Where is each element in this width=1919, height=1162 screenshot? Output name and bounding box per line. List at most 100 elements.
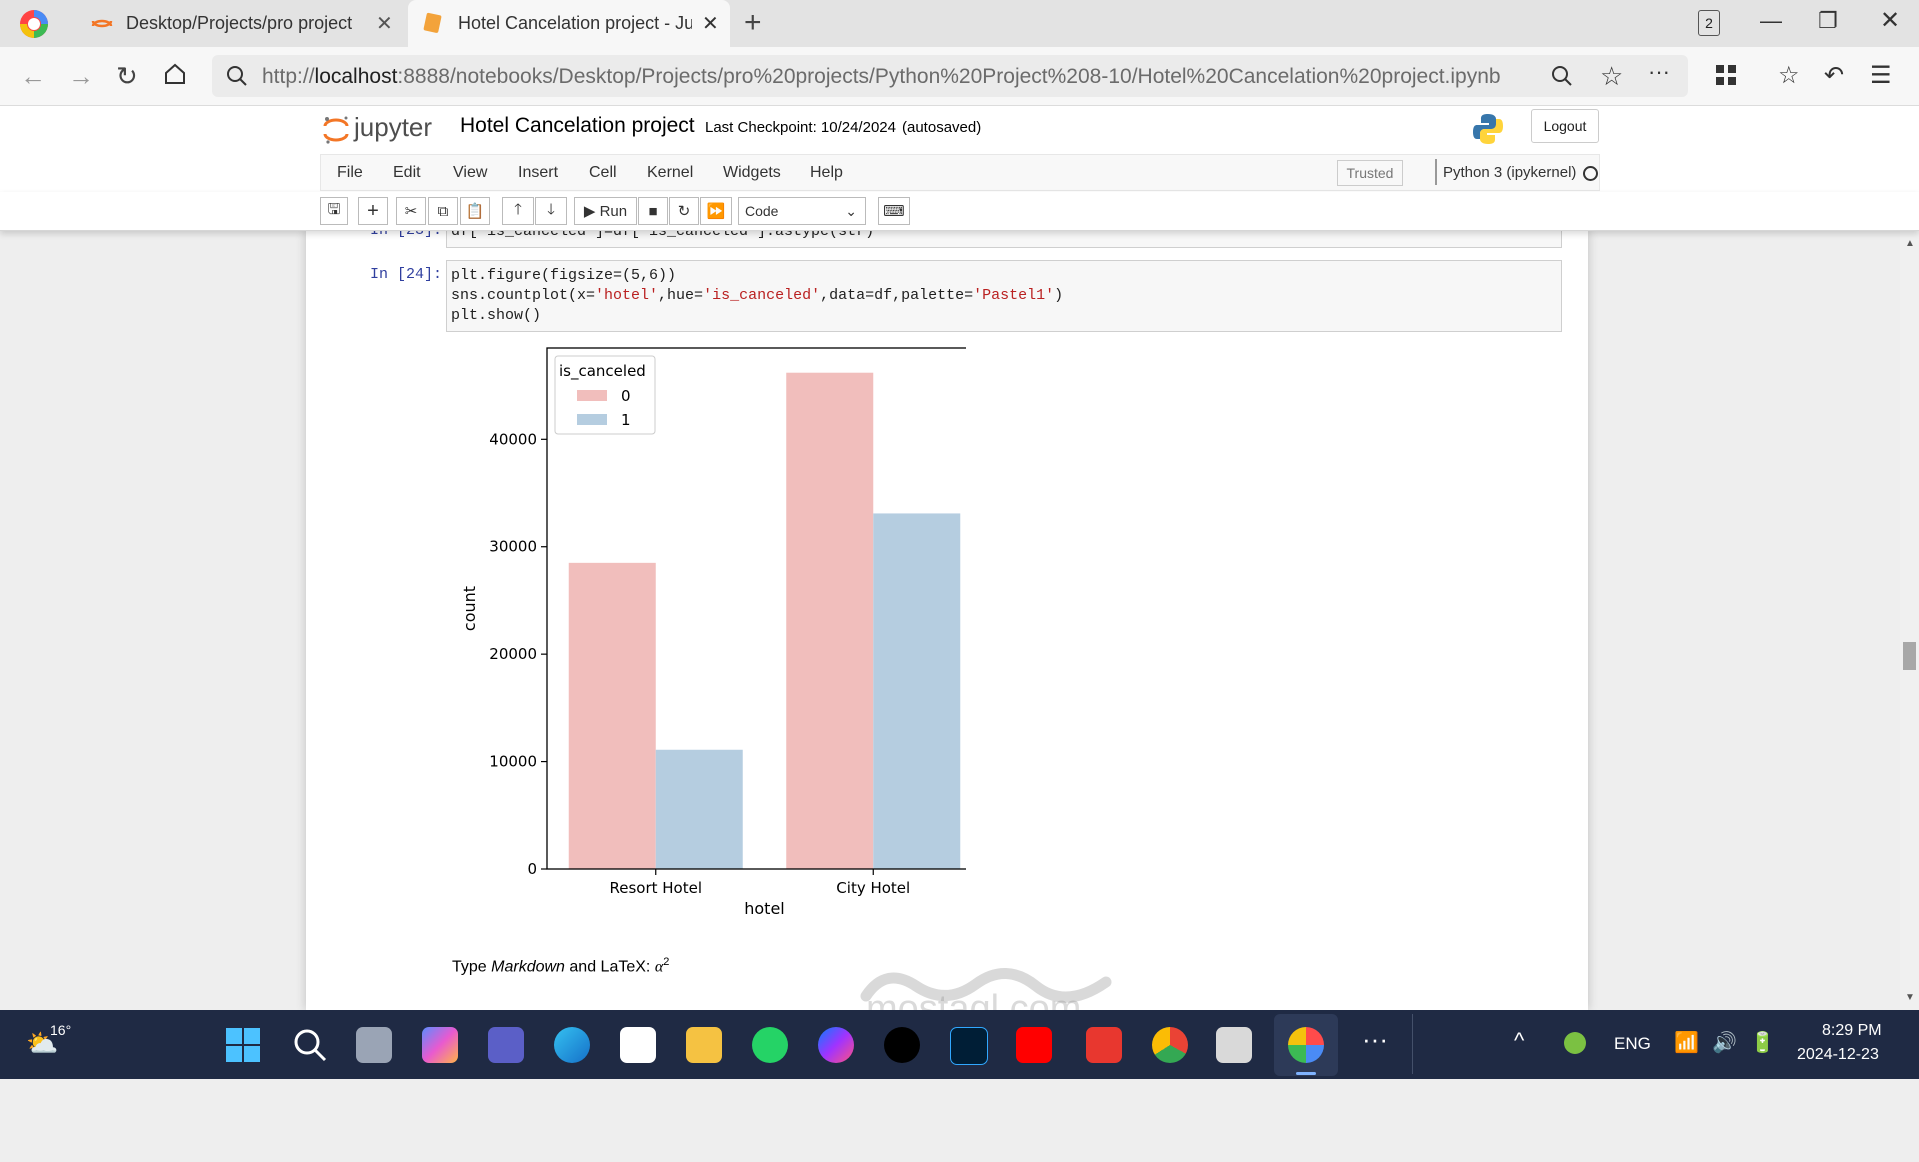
browser-taskbar-icon[interactable] <box>1288 1027 1324 1063</box>
autosave-status: (autosaved) <box>902 119 982 136</box>
code-cell[interactable]: plt.figure(figsize=(5,6)) sns.countplot(… <box>446 260 1562 332</box>
active-indicator <box>1296 1072 1316 1075</box>
notebook-title[interactable]: Hotel Cancelation project <box>460 114 695 138</box>
wifi-icon[interactable]: 📶 <box>1674 1030 1699 1055</box>
kernel-name[interactable]: Python 3 (ipykernel) <box>1443 164 1576 181</box>
code-line-3: plt.show() <box>451 307 541 324</box>
add-cell-icon[interactable]: + <box>358 197 388 225</box>
show-hidden-icons[interactable]: ^ <box>1514 1028 1524 1054</box>
close-tab-icon[interactable]: ✕ <box>702 11 719 36</box>
favorites-icon[interactable]: ☆ <box>1778 61 1800 90</box>
url-text[interactable]: http://localhost:8888/notebooks/Desktop/… <box>262 65 1501 89</box>
messenger-icon[interactable] <box>818 1027 854 1063</box>
markdown-cell[interactable]: Type Markdown and LaTeX: α2 <box>452 956 669 976</box>
volume-icon[interactable]: 🔊 <box>1712 1030 1737 1055</box>
move-up-icon[interactable]: 🡑 <box>502 197 534 225</box>
teams-icon[interactable] <box>488 1027 524 1063</box>
cell-type-value: Code <box>745 203 779 219</box>
taskbar-divider <box>1412 1014 1413 1074</box>
address-bar[interactable]: http://localhost:8888/notebooks/Desktop/… <box>212 55 1688 97</box>
menu-cell[interactable]: Cell <box>589 164 617 182</box>
save-icon[interactable]: 🖫 <box>320 197 348 225</box>
run-button[interactable]: ▶ Run <box>574 197 637 225</box>
copy-icon[interactable]: ⧉ <box>428 197 458 225</box>
menu-widgets[interactable]: Widgets <box>723 164 781 182</box>
tiktok-icon[interactable] <box>884 1027 920 1063</box>
chrome-icon[interactable] <box>1152 1027 1188 1063</box>
scroll-thumb[interactable] <box>1903 642 1916 670</box>
close-tab-icon[interactable]: ✕ <box>376 11 393 36</box>
menu-insert[interactable]: Insert <box>518 164 558 182</box>
vertical-scrollbar[interactable]: ▲ ▼ <box>1900 230 1919 1010</box>
wps-icon[interactable] <box>1086 1027 1122 1063</box>
restore-icon[interactable]: ❐ <box>1818 8 1838 34</box>
photoshop-icon[interactable] <box>950 1027 988 1065</box>
scroll-down-icon[interactable]: ▼ <box>1905 992 1915 1003</box>
menu-help[interactable]: Help <box>810 164 843 182</box>
clock-time[interactable]: 8:29 PM <box>1822 1022 1882 1040</box>
menu-view[interactable]: View <box>453 164 487 182</box>
zoom-icon[interactable] <box>1550 64 1574 88</box>
copilot-icon[interactable] <box>422 1027 458 1063</box>
markdown-text: and LaTeX: <box>569 958 651 976</box>
keyboard-icon[interactable]: ⌨ <box>878 197 910 225</box>
cut-icon[interactable]: ✂ <box>396 197 426 225</box>
back-icon[interactable]: ← <box>20 61 46 92</box>
language-indicator[interactable]: ENG <box>1614 1034 1651 1054</box>
youtube-icon[interactable] <box>1016 1027 1052 1063</box>
browser-logo-icon[interactable] <box>18 8 50 40</box>
start-icon[interactable] <box>225 1027 261 1063</box>
move-down-icon[interactable]: 🡓 <box>535 197 567 225</box>
reload-icon[interactable]: ↻ <box>116 61 138 92</box>
paste-icon[interactable]: 📋 <box>460 197 490 225</box>
file-explorer-icon[interactable] <box>686 1027 722 1063</box>
snipping-tool-icon[interactable] <box>1216 1027 1252 1063</box>
stop-icon[interactable]: ■ <box>638 197 668 225</box>
code-text: plt.figure(figsize=(5,6)) <box>451 267 677 284</box>
store-icon[interactable] <box>620 1027 656 1063</box>
undo-icon[interactable]: ↶ <box>1824 61 1844 90</box>
more-apps-icon[interactable]: ··· <box>1362 1024 1388 1055</box>
task-view-icon[interactable] <box>356 1027 392 1063</box>
bookmark-star-icon[interactable]: ☆ <box>1600 61 1623 92</box>
logout-button[interactable]: Logout <box>1531 109 1599 143</box>
new-tab-icon[interactable]: + <box>744 6 762 40</box>
y-tick-label: 30000 <box>489 538 537 556</box>
jupyter-logo-icon[interactable] <box>322 114 350 146</box>
taskbar-search-icon[interactable] <box>292 1027 328 1063</box>
notebook-tab-icon <box>422 12 446 36</box>
restart-icon[interactable]: ↻ <box>669 197 699 225</box>
battery-icon[interactable]: 🔋 <box>1750 1030 1775 1055</box>
tab-count-badge[interactable]: 2 <box>1698 10 1720 36</box>
menu-edit[interactable]: Edit <box>393 164 421 182</box>
y-tick-label: 40000 <box>489 430 537 448</box>
tab-desktop-projects[interactable]: Desktop/Projects/pro project ✕ <box>78 0 398 47</box>
clock-date[interactable]: 2024-12-23 <box>1797 1046 1879 1064</box>
tab-bar: Desktop/Projects/pro project ✕ Hotel Can… <box>0 0 1919 47</box>
menu-icon[interactable]: ☰ <box>1870 61 1892 90</box>
code-line-2: sns.countplot(x='hotel',hue='is_canceled… <box>451 287 1063 304</box>
tab-hotel-cancelation[interactable]: Hotel Cancelation project - Ju ✕ <box>408 0 730 47</box>
menu-kernel[interactable]: Kernel <box>647 164 693 182</box>
edge-icon[interactable] <box>554 1027 590 1063</box>
restart-run-all-icon[interactable]: ⏩ <box>700 197 732 225</box>
navigation-bar: ← → ↻ http://localhost:8888/notebooks/De… <box>0 47 1919 106</box>
scroll-up-icon[interactable]: ▲ <box>1905 238 1915 249</box>
search-icon <box>226 65 248 87</box>
cell-type-select[interactable]: Code ⌄ <box>738 197 866 225</box>
close-window-icon[interactable]: ✕ <box>1880 6 1900 35</box>
whatsapp-icon[interactable] <box>752 1027 788 1063</box>
x-axis: Resort Hotel City Hotel <box>609 869 910 897</box>
minimize-icon[interactable]: — <box>1760 8 1782 34</box>
code-string: 'Pastel1' <box>973 287 1055 304</box>
menu-file[interactable]: File <box>337 164 363 182</box>
trusted-indicator[interactable]: Trusted <box>1337 160 1403 186</box>
more-options-icon[interactable]: ··· <box>1648 59 1670 85</box>
extensions-icon[interactable] <box>1714 63 1738 87</box>
url-path: :8888/notebooks/Desktop/Projects/pro%20p… <box>397 65 1501 88</box>
jupyter-logo-text: jupyter <box>354 112 433 142</box>
tray-app-icon[interactable] <box>1564 1032 1586 1054</box>
forward-icon[interactable]: → <box>68 61 94 92</box>
code-text: ,data=df,palette= <box>820 287 974 304</box>
home-icon[interactable] <box>162 61 188 87</box>
